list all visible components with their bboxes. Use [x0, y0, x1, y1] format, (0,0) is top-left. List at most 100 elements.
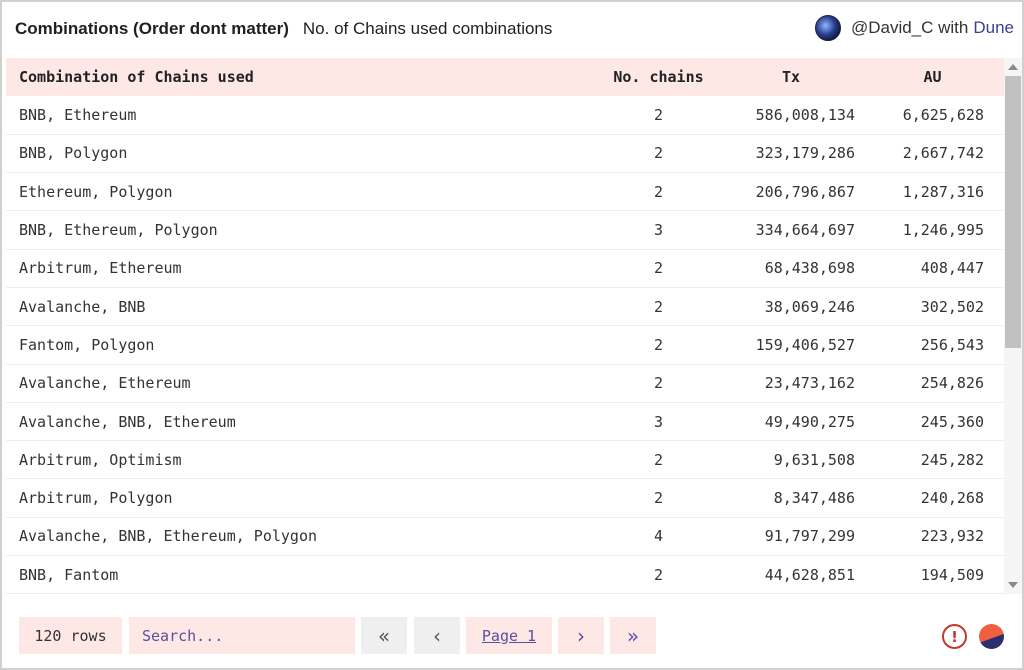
- table-row: BNB, Fantom 2 44,628,851 194,509: [6, 556, 1004, 594]
- table-row: BNB, Ethereum, Polygon 3 334,664,697 1,246,…: [6, 211, 1004, 250]
- search-input[interactable]: [142, 626, 355, 645]
- cell-combination: Avalanche, Ethereum: [19, 374, 191, 393]
- column-header-combination[interactable]: Combination of Chains used: [6, 58, 596, 96]
- cell-tx: 334,664,697: [755, 221, 855, 240]
- dune-link[interactable]: Dune: [973, 18, 1014, 38]
- cell-no-chains: 2: [653, 335, 664, 354]
- table-row: BNB, Ethereum 2 586,008,134 6,625,628: [6, 96, 1004, 135]
- cell-combination: BNB, Ethereum: [19, 105, 137, 124]
- cell-no-chains: 2: [653, 182, 664, 201]
- attribution: @David_C with Dune: [814, 15, 1014, 41]
- query-title[interactable]: No. of Chains used combinations: [303, 19, 552, 39]
- cell-combination: Arbitrum, Optimism: [19, 450, 182, 469]
- table-row: Fantom, Polygon 2 159,406,527 256,543: [6, 326, 1004, 365]
- author-link[interactable]: @David_C with: [851, 18, 968, 38]
- double-chevron-left-icon: «: [377, 623, 391, 648]
- table-row: Arbitrum, Polygon 2 8,347,486 240,268: [6, 479, 1004, 518]
- cell-tx: 206,796,867: [755, 182, 855, 201]
- table-row: Avalanche, BNB, Ethereum, Polygon 4 91,797…: [6, 517, 1004, 556]
- cell-au: 245,360: [920, 412, 984, 431]
- cell-combination: Ethereum, Polygon: [19, 182, 173, 201]
- cell-no-chains: 2: [653, 259, 664, 278]
- vertical-scrollbar[interactable]: [1004, 58, 1022, 594]
- cell-no-chains: 2: [653, 374, 664, 393]
- cell-au: 194,509: [920, 565, 984, 584]
- cell-au: 256,543: [920, 335, 984, 354]
- cell-tx: 68,438,698: [764, 259, 855, 278]
- scrollbar-thumb[interactable]: [1005, 76, 1021, 348]
- cell-au: 408,447: [920, 259, 984, 278]
- table-row: BNB, Polygon 2 323,179,286 2,667,742: [6, 134, 1004, 173]
- cell-no-chains: 2: [653, 144, 664, 163]
- table-body: BNB, Ethereum 2 586,008,134 6,625,628 BNB, P…: [6, 96, 1004, 594]
- cell-au: 2,667,742: [902, 144, 984, 163]
- cell-tx: 49,490,275: [764, 412, 855, 431]
- cell-combination: BNB, Polygon: [19, 144, 128, 163]
- cell-combination: Arbitrum, Polygon: [19, 489, 173, 508]
- results-table-container: Combination of Chains used No. chains Tx…: [6, 58, 1004, 594]
- cell-no-chains: 3: [653, 412, 664, 431]
- table-row: Arbitrum, Ethereum 2 68,438,698 408,447: [6, 249, 1004, 288]
- cell-tx: 586,008,134: [755, 105, 855, 124]
- cell-au: 245,282: [920, 450, 984, 469]
- next-page-button[interactable]: ›: [558, 617, 604, 654]
- warning-icon[interactable]: !: [942, 624, 967, 649]
- cell-combination: Fantom, Polygon: [19, 335, 155, 354]
- double-chevron-right-icon: »: [626, 623, 640, 648]
- column-header-no-chains[interactable]: No. chains: [596, 58, 721, 96]
- column-header-tx[interactable]: Tx: [721, 58, 861, 96]
- cell-au: 223,932: [920, 527, 984, 546]
- search-box[interactable]: [129, 617, 355, 654]
- dune-logo-icon[interactable]: [979, 624, 1004, 649]
- query-result-card: Combinations (Order dont matter) No. of …: [0, 0, 1024, 670]
- cell-tx: 44,628,851: [764, 565, 855, 584]
- first-page-button[interactable]: «: [361, 617, 407, 654]
- page-indicator[interactable]: Page 1: [466, 617, 552, 654]
- results-table: Combination of Chains used No. chains Tx…: [6, 58, 1004, 594]
- cell-no-chains: 2: [653, 489, 664, 508]
- cell-combination: Avalanche, BNB, Ethereum, Polygon: [19, 527, 318, 546]
- row-count: 120 rows: [19, 617, 122, 654]
- cell-no-chains: 3: [653, 221, 664, 240]
- cell-no-chains: 2: [653, 565, 664, 584]
- cell-no-chains: 2: [653, 450, 664, 469]
- table-header-row: Combination of Chains used No. chains Tx…: [6, 58, 1004, 96]
- last-page-button[interactable]: »: [610, 617, 656, 654]
- cell-tx: 9,631,508: [773, 450, 855, 469]
- cell-tx: 91,797,299: [764, 527, 855, 546]
- cell-au: 1,246,995: [902, 221, 984, 240]
- cell-no-chains: 2: [653, 297, 664, 316]
- cell-combination: Avalanche, BNB, Ethereum: [19, 412, 236, 431]
- cell-tx: 323,179,286: [755, 144, 855, 163]
- previous-page-button[interactable]: ‹: [414, 617, 460, 654]
- cell-combination: BNB, Fantom: [19, 565, 119, 584]
- cell-tx: 23,473,162: [764, 374, 855, 393]
- table-row: Avalanche, BNB, Ethereum 3 49,490,275 245,3…: [6, 402, 1004, 441]
- table-row: Arbitrum, Optimism 2 9,631,508 245,282: [6, 441, 1004, 479]
- chevron-left-icon: ‹: [433, 623, 441, 648]
- cell-combination: Arbitrum, Ethereum: [19, 259, 182, 278]
- cell-au: 240,268: [920, 489, 984, 508]
- cell-combination: Avalanche, BNB: [19, 297, 146, 316]
- card-header: Combinations (Order dont matter) No. of …: [4, 4, 1022, 54]
- table-row: Avalanche, BNB 2 38,069,246 302,502: [6, 287, 1004, 326]
- chevron-right-icon: ›: [577, 623, 585, 648]
- cell-tx: 159,406,527: [755, 335, 855, 354]
- cell-au: 302,502: [920, 297, 984, 316]
- table-row: Ethereum, Polygon 2 206,796,867 1,287,316: [6, 173, 1004, 211]
- cell-combination: BNB, Ethereum, Polygon: [19, 221, 218, 240]
- cell-tx: 38,069,246: [764, 297, 855, 316]
- cell-no-chains: 4: [653, 527, 664, 546]
- table-footer: 120 rows « ‹ Page 1 › » !: [4, 594, 1022, 668]
- cell-tx: 8,347,486: [773, 489, 855, 508]
- table-row: Avalanche, Ethereum 2 23,473,162 254,826: [6, 364, 1004, 403]
- visualization-title: Combinations (Order dont matter): [15, 19, 289, 38]
- cell-au: 6,625,628: [902, 105, 984, 124]
- scroll-up-arrow-icon[interactable]: [1008, 64, 1018, 70]
- cell-no-chains: 2: [653, 105, 664, 124]
- column-header-au[interactable]: AU: [861, 58, 1004, 96]
- scroll-down-arrow-icon[interactable]: [1008, 582, 1018, 588]
- cell-au: 254,826: [920, 374, 984, 393]
- cell-au: 1,287,316: [902, 182, 984, 201]
- author-avatar[interactable]: [814, 15, 841, 41]
